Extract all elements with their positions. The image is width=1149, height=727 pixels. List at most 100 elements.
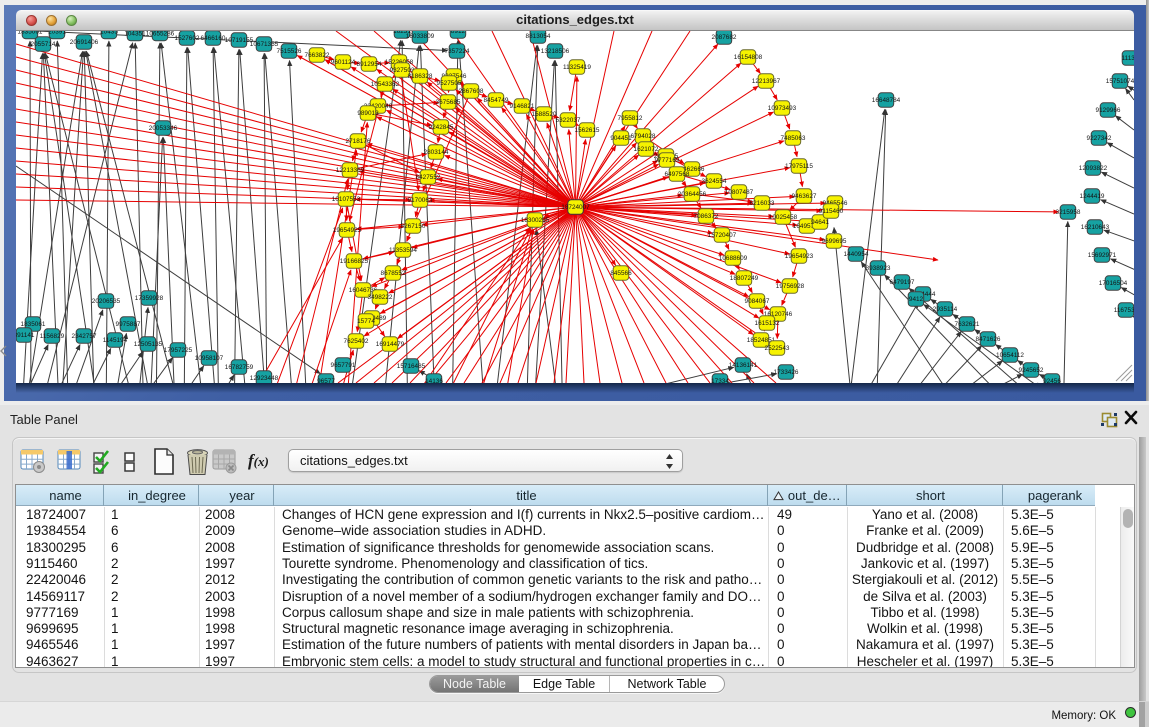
svg-text:3675685: 3675685 [436, 99, 461, 106]
svg-text:8912: 8912 [451, 31, 466, 35]
svg-text:7357224: 7357224 [445, 48, 470, 55]
svg-text:15716485: 15716485 [397, 363, 426, 370]
svg-text:8678552: 8678552 [381, 270, 406, 277]
svg-text:8186328: 8186328 [408, 73, 433, 80]
svg-text:19166825: 19166825 [340, 258, 369, 265]
svg-text:1440954: 1440954 [844, 251, 869, 258]
svg-text:9657791: 9657791 [331, 362, 356, 369]
svg-text:7515526: 7515526 [277, 48, 302, 55]
svg-text:9129966: 9129966 [1096, 107, 1121, 114]
svg-text:12923448: 12923448 [250, 375, 279, 382]
svg-text:9463627: 9463627 [792, 193, 817, 200]
svg-text:3624554: 3624554 [702, 178, 727, 185]
svg-text:6216033: 6216033 [750, 200, 775, 207]
svg-text:1562615: 1562615 [575, 127, 600, 134]
svg-text:2055714: 2055714 [31, 41, 56, 48]
svg-text:15720407: 15720407 [708, 232, 737, 239]
svg-text:5322037: 5322037 [556, 117, 581, 124]
svg-text:1835061: 1835061 [18, 31, 43, 36]
svg-text:20364456: 20364456 [678, 191, 707, 198]
svg-text:11353594: 11353594 [389, 247, 417, 254]
svg-text:16782759: 16782759 [225, 364, 254, 371]
svg-text:7955812: 7955812 [618, 115, 643, 122]
svg-text:10654112: 10654112 [996, 352, 1024, 359]
svg-text:1621072: 1621072 [634, 146, 659, 153]
svg-text:10958107: 10958107 [195, 355, 224, 362]
svg-text:15692971: 15692971 [1088, 252, 1117, 259]
svg-text:1145194: 1145194 [103, 337, 128, 344]
svg-text:13218506: 13218506 [541, 48, 570, 55]
svg-text:9601124: 9601124 [331, 59, 356, 66]
svg-text:6479197: 6479197 [890, 279, 915, 286]
svg-text:15774: 15774 [357, 318, 375, 325]
svg-text:12213369: 12213369 [336, 167, 365, 174]
svg-text:8912954: 8912954 [357, 61, 382, 68]
svg-text:16210643: 16210643 [1081, 224, 1110, 231]
svg-text:10973493: 10973493 [768, 105, 797, 112]
svg-text:2803144: 2803144 [424, 149, 449, 156]
svg-text:1156829: 1156829 [40, 333, 65, 340]
svg-text:9245652: 9245652 [1019, 367, 1044, 374]
svg-text:20206535: 20206535 [92, 298, 121, 305]
svg-text:1588520: 1588520 [532, 111, 557, 118]
svg-text:904451: 904451 [610, 135, 632, 142]
svg-text:9146821: 9146821 [510, 103, 535, 110]
svg-text:1733426: 1733426 [774, 369, 799, 376]
svg-text:16154808: 16154808 [734, 54, 763, 61]
svg-text:17975115: 17975115 [785, 163, 813, 170]
svg-text:10688609: 10688609 [719, 255, 748, 262]
svg-text:11325419: 11325419 [563, 64, 591, 71]
svg-text:2522543: 2522543 [765, 345, 790, 352]
svg-text:7632621: 7632621 [955, 321, 980, 328]
svg-text:8427552: 8427552 [416, 174, 441, 181]
svg-text:17016504: 17016504 [1099, 280, 1128, 287]
svg-text:15751074: 15751074 [1106, 78, 1134, 85]
svg-text:9975887: 9975887 [116, 321, 141, 328]
svg-text:9170063: 9170063 [408, 197, 433, 204]
svg-text:7663822: 7663822 [305, 52, 330, 59]
svg-text:6497568: 6497568 [665, 171, 690, 178]
svg-text:16033809: 16033809 [406, 33, 435, 40]
svg-text:8938923: 8938923 [866, 265, 891, 272]
svg-text:9699695: 9699695 [822, 238, 847, 245]
svg-text:12505135: 12505135 [134, 341, 163, 348]
svg-text:18300295: 18300295 [521, 217, 550, 224]
svg-text:9115460: 9115460 [819, 208, 844, 215]
svg-text:17359928: 17359928 [135, 295, 164, 302]
svg-text:845566: 845566 [610, 270, 632, 277]
svg-text:1167533: 1167533 [1114, 307, 1134, 314]
svg-text:2935114: 2935114 [933, 306, 958, 313]
svg-text:9777169: 9777169 [655, 157, 680, 164]
svg-text:11132: 11132 [1122, 55, 1134, 62]
svg-text:10807487: 10807487 [725, 189, 754, 196]
svg-text:1527602: 1527602 [175, 35, 200, 42]
svg-text:2718176: 2718176 [346, 138, 371, 145]
svg-text:8267150: 8267150 [401, 223, 426, 230]
svg-text:10025458: 10025458 [769, 214, 798, 221]
svg-text:1615132: 1615132 [755, 320, 780, 327]
svg-text:989013: 989013 [357, 110, 379, 117]
svg-text:391141: 391141 [16, 332, 35, 339]
svg-text:19654925: 19654925 [333, 227, 362, 234]
svg-text:18724007: 18724007 [561, 204, 590, 211]
svg-text:2087682: 2087682 [712, 34, 737, 41]
svg-text:8471626: 8471626 [976, 336, 1001, 343]
svg-text:9242845: 9242845 [429, 124, 454, 131]
svg-text:2867608: 2867608 [459, 88, 484, 95]
svg-text:10435: 10435 [100, 31, 118, 36]
svg-text:2342757: 2342757 [72, 333, 97, 340]
svg-text:3498222: 3498222 [368, 294, 393, 301]
svg-text:8813054: 8813054 [526, 33, 551, 40]
svg-text:8454749: 8454749 [484, 97, 509, 104]
svg-text:10543362: 10543362 [371, 81, 400, 88]
svg-text:1835061: 1835061 [21, 321, 46, 328]
svg-text:7485063: 7485063 [781, 135, 806, 142]
svg-text:7086372: 7086372 [694, 213, 719, 220]
svg-text:18807249: 18807249 [730, 275, 759, 282]
svg-text:3215958: 3215958 [1056, 209, 1081, 216]
svg-text:12093822: 12093822 [1079, 165, 1108, 172]
svg-text:20691406: 20691406 [70, 39, 99, 46]
svg-text:19654923: 19654923 [785, 253, 814, 260]
svg-text:20391: 20391 [48, 31, 66, 36]
svg-text:9527505: 9527505 [437, 80, 462, 87]
